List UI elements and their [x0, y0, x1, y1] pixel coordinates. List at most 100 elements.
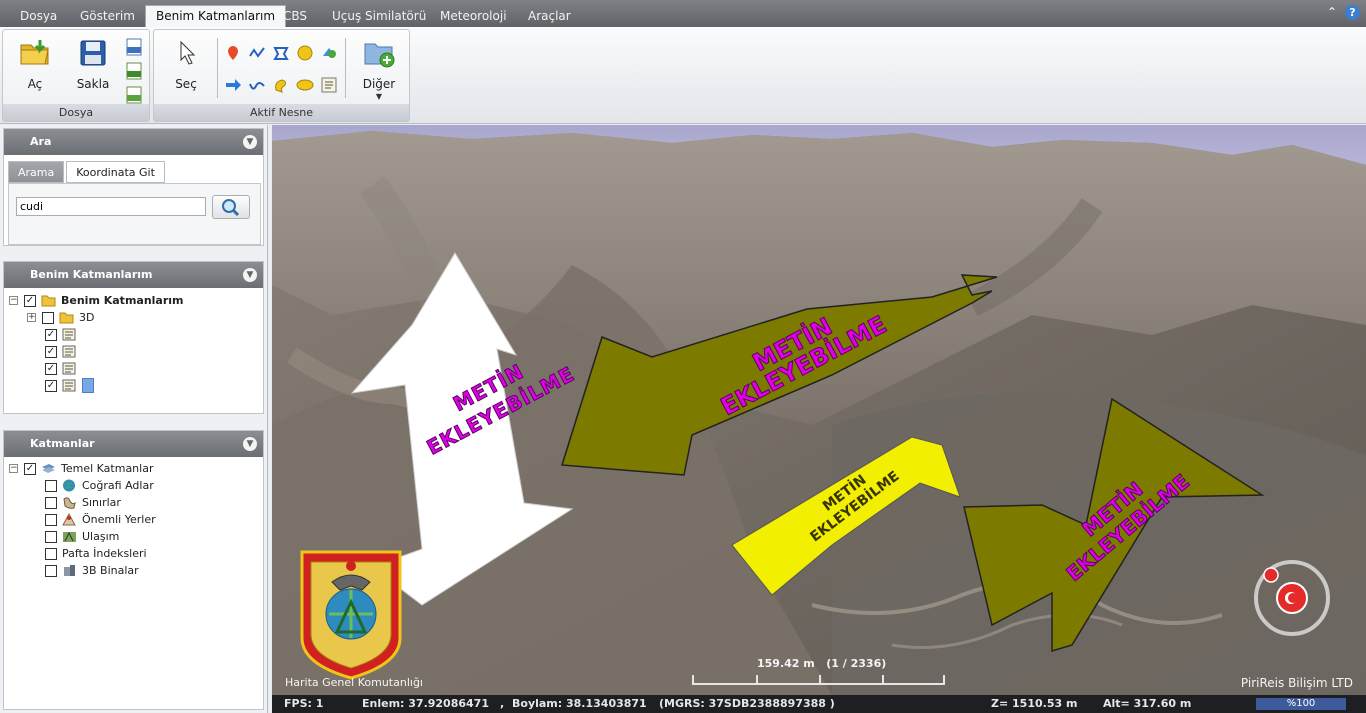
- tree-row-transport[interactable]: Ulaşım: [45, 528, 119, 545]
- tree-row-sheet-index[interactable]: Pafta İndeksleri: [45, 545, 147, 562]
- collapse-tree-icon[interactable]: −: [9, 464, 18, 473]
- curve-icon[interactable]: [248, 76, 266, 94]
- search-panel: Ara ▼ Arama Koordinata Git: [3, 128, 264, 246]
- tab-search[interactable]: Arama: [8, 161, 65, 183]
- tree-row-note[interactable]: ✓: [45, 326, 82, 343]
- layers-title-text: Katmanlar: [30, 437, 95, 450]
- checkbox[interactable]: ✓: [45, 328, 57, 341]
- checkbox[interactable]: ✓: [45, 345, 57, 358]
- active-object-group: Seç Diğer ▼ Aktif Nesne: [153, 29, 410, 122]
- collapse-icon[interactable]: ▼: [243, 437, 257, 451]
- free-shape-icon[interactable]: [272, 76, 290, 94]
- checkbox[interactable]: [45, 479, 57, 492]
- collapse-icon[interactable]: ▼: [243, 268, 257, 282]
- search-input[interactable]: [16, 197, 206, 216]
- tree-row-3d[interactable]: + 3D: [27, 309, 94, 326]
- tab-benim-katmanlarim[interactable]: Benim Katmanlarım: [145, 5, 287, 28]
- save-button[interactable]: Sakla: [69, 36, 117, 91]
- checkbox[interactable]: ✓: [45, 379, 57, 392]
- folder-open-icon: [20, 40, 49, 65]
- tree-label: Coğrafi Adlar: [82, 479, 154, 492]
- tab-dosya[interactable]: Dosya: [10, 6, 67, 27]
- globe-icon: [63, 479, 75, 492]
- checkbox[interactable]: [45, 496, 57, 509]
- select-button[interactable]: Seç: [162, 36, 210, 91]
- tab-meteoroloji[interactable]: Meteoroloji: [430, 6, 517, 27]
- my-layers-panel: Benim Katmanlarım ▼ − ✓ Benim Katmanları…: [3, 261, 264, 414]
- model-icon[interactable]: [320, 44, 338, 62]
- my-layers-title-text: Benim Katmanlarım: [30, 268, 153, 281]
- tab-go-to-coordinate[interactable]: Koordinata Git: [66, 161, 165, 183]
- floppy-disk-icon: [80, 40, 106, 66]
- tab-cbs[interactable]: CBS: [273, 6, 317, 27]
- expand-tree-icon[interactable]: +: [27, 313, 36, 322]
- checkbox[interactable]: [42, 311, 54, 324]
- checkbox[interactable]: ✓: [45, 362, 57, 375]
- placemark-icon[interactable]: [224, 44, 242, 62]
- collapse-icon[interactable]: ▼: [243, 135, 257, 149]
- search-button[interactable]: [212, 195, 250, 219]
- scale-ratio: (1 / 2336): [826, 657, 887, 670]
- search-icon: [222, 199, 240, 217]
- export-xls-icon[interactable]: [125, 62, 143, 80]
- fps-readout: FPS: 1: [284, 697, 324, 710]
- tree-row-landmarks[interactable]: Önemli Yerler: [45, 511, 156, 528]
- checkbox[interactable]: [45, 547, 57, 560]
- tree-row-note-selected[interactable]: ✓: [45, 377, 94, 394]
- tree-label: Benim Katmanlarım: [61, 294, 184, 307]
- scale-readout: 159.42 m (1 / 2336): [757, 657, 886, 670]
- divider: [217, 38, 218, 98]
- polygon-icon[interactable]: [272, 44, 290, 62]
- tree-row-note[interactable]: ✓: [45, 360, 82, 377]
- z-readout: Z= 1510.53 m: [991, 697, 1078, 710]
- map-view[interactable]: METİN EKLEYEBİLME METİN EKLEYEBİLME METİ…: [272, 125, 1366, 713]
- circle-icon[interactable]: [296, 44, 314, 62]
- polyline-icon[interactable]: [248, 44, 266, 62]
- tree-label: Önemli Yerler: [82, 513, 156, 526]
- altitude-readout: Alt= 317.60 m: [1103, 697, 1192, 710]
- open-button[interactable]: Aç: [11, 36, 59, 91]
- folder-icon: [59, 312, 74, 324]
- search-tabs: Arama Koordinata Git: [8, 161, 165, 183]
- other-button[interactable]: Diğer ▼: [355, 36, 403, 101]
- logo-caption: Harita Genel Komutanlığı: [285, 676, 423, 689]
- latitude-readout: Enlem: 37.92086471: [362, 697, 489, 710]
- tab-gosterim[interactable]: Gösterim: [70, 6, 145, 27]
- tree-row-geo-names[interactable]: Coğrafi Adlar: [45, 477, 154, 494]
- export-txt-icon[interactable]: [125, 86, 143, 104]
- tree-row-borders[interactable]: Sınırlar: [45, 494, 121, 511]
- export-kml-icon[interactable]: [125, 38, 143, 56]
- tree-row-3d-buildings[interactable]: 3B Binalar: [45, 562, 139, 579]
- checkbox[interactable]: [45, 513, 57, 526]
- selection-marker: [82, 378, 94, 393]
- checkbox[interactable]: ✓: [24, 462, 36, 475]
- folder-icon: [41, 295, 56, 307]
- tree-label: Temel Katmanlar: [61, 462, 154, 475]
- select-label: Seç: [175, 77, 197, 91]
- tree-row-note[interactable]: ✓: [45, 343, 82, 360]
- ellipse-icon[interactable]: [296, 76, 314, 94]
- collapse-tree-icon[interactable]: −: [9, 296, 18, 305]
- collapse-ribbon-icon[interactable]: ⌃: [1327, 5, 1337, 20]
- checkbox[interactable]: ✓: [24, 294, 36, 307]
- tree-row-base-layers[interactable]: − ✓ Temel Katmanlar: [9, 460, 153, 477]
- active-object-group-label: Aktif Nesne: [154, 104, 409, 121]
- divider: [345, 38, 346, 98]
- tree-row-my-layers[interactable]: − ✓ Benim Katmanlarım: [9, 292, 184, 309]
- dropdown-arrow-icon[interactable]: ▼: [355, 92, 403, 101]
- layers-stack-icon: [42, 464, 55, 473]
- text-note-icon[interactable]: [320, 76, 338, 94]
- folder-add-icon: [364, 43, 395, 68]
- search-panel-title: Ara ▼: [4, 129, 263, 155]
- help-icon[interactable]: ?: [1345, 5, 1360, 20]
- landmark-icon: [62, 513, 76, 526]
- tab-ucus-similatoru[interactable]: Uçuş Similatörü: [322, 6, 436, 27]
- text-note-icon: [62, 379, 76, 392]
- credit-text: PiriReis Bilişim LTD: [1240, 676, 1353, 690]
- arrow-icon[interactable]: [224, 76, 242, 94]
- checkbox[interactable]: [45, 530, 57, 543]
- longitude-readout: Boylam: 38.13403871: [512, 697, 647, 710]
- tree-label: Pafta İndeksleri: [62, 547, 147, 560]
- tab-araclar[interactable]: Araçlar: [518, 6, 581, 27]
- checkbox[interactable]: [45, 564, 57, 577]
